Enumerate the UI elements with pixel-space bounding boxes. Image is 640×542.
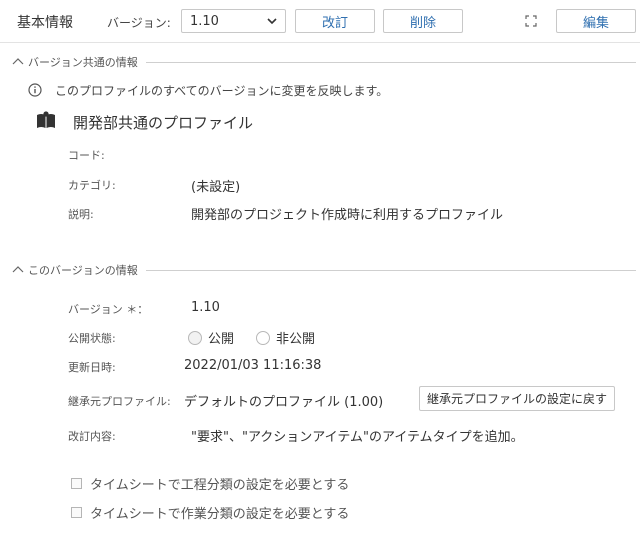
checkbox-box xyxy=(71,478,82,489)
shared-info-text: このプロファイルのすべてのバージョンに変更を反映します。 xyxy=(55,84,389,98)
shared-section-divider xyxy=(146,62,636,63)
profile-book-icon xyxy=(36,111,56,133)
header-divider xyxy=(0,42,640,43)
work-category-checkbox-label: タイムシートで作業分類の設定を必要とする xyxy=(90,507,350,522)
expand-icon[interactable] xyxy=(525,15,537,27)
publish-option-private-label: 非公開 xyxy=(276,332,316,347)
chevron-down-icon xyxy=(266,15,278,31)
publish-option-public-label: 公開 xyxy=(208,332,235,347)
version-select-value: 1.10 xyxy=(190,13,219,29)
profile-name: 開発部共通のプロファイル xyxy=(73,114,254,132)
work-category-checkbox[interactable]: タイムシートで作業分類の設定を必要とする xyxy=(71,503,349,522)
checkbox-box xyxy=(71,507,82,518)
page-title: 基本情報 xyxy=(17,15,73,31)
revision-value: "要求"、"アクションアイテム"のアイテムタイプを追加。 xyxy=(191,430,524,445)
chevron-up-icon xyxy=(12,264,24,277)
edit-button[interactable]: 編集 xyxy=(556,9,636,33)
process-category-checkbox-label: タイムシートで工程分類の設定を必要とする xyxy=(90,478,350,493)
publish-label: 公開状態: xyxy=(68,332,116,345)
shared-section-title: バージョン共通の情報 xyxy=(28,56,138,69)
revise-button[interactable]: 改訂 xyxy=(295,9,375,33)
updated-label: 更新日時: xyxy=(68,361,116,374)
publish-radio-private[interactable]: 非公開 xyxy=(256,328,315,347)
version-select-label: バージョン: xyxy=(107,16,171,30)
version-value: 1.10 xyxy=(191,300,220,315)
code-label: コード: xyxy=(68,149,105,162)
category-label: カテゴリ: xyxy=(68,179,116,192)
delete-button[interactable]: 削除 xyxy=(383,9,463,33)
shared-section-header[interactable]: バージョン共通の情報 xyxy=(12,54,138,70)
version-section-header[interactable]: このバージョンの情報 xyxy=(12,262,138,278)
description-value: 開発部のプロジェクト作成時に利用するプロファイル xyxy=(191,208,504,223)
inherit-value: デフォルトのプロファイル (1.00) xyxy=(184,395,384,410)
process-category-checkbox[interactable]: タイムシートで工程分類の設定を必要とする xyxy=(71,474,349,493)
publish-radio-public[interactable]: 公開 xyxy=(188,328,234,347)
revision-label: 改訂内容: xyxy=(68,430,116,443)
updated-value: 2022/01/03 11:16:38 xyxy=(184,358,322,373)
version-select[interactable]: 1.10 xyxy=(181,9,286,33)
version-label: バージョン ＊： xyxy=(68,303,149,316)
version-section-divider xyxy=(146,270,636,271)
radio-circle xyxy=(256,330,270,345)
version-section-title: このバージョンの情報 xyxy=(28,264,138,277)
chevron-up-icon xyxy=(12,56,24,69)
radio-circle xyxy=(188,330,202,345)
category-value: (未設定) xyxy=(191,180,241,195)
revert-inherit-button[interactable]: 継承元プロファイルの設定に戻す xyxy=(419,386,615,411)
description-label: 説明: xyxy=(68,208,94,221)
info-icon xyxy=(28,83,42,101)
inherit-label: 継承元プロファイル: xyxy=(68,395,171,408)
